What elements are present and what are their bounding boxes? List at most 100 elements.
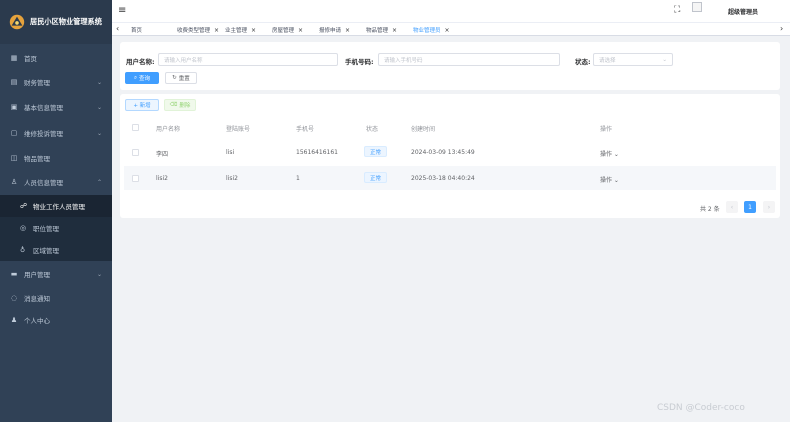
search-panel: 用户名称: 请输入用户名称 手机号码: 请输入手机号码 状态: 请选择 ⌄ ⌕ 查… [120,42,780,90]
tag-repair[interactable]: 报修申请 × [316,25,353,35]
sidebar-item-people[interactable]: ♙ 人员信息管理 ⌃ [0,171,112,193]
sidebar-item-home[interactable]: ▦ 首页 [0,47,112,69]
sidebar-item-label: 财务管理 [24,79,50,87]
goods-icon: ◫ [10,154,18,162]
close-icon[interactable]: × [298,27,303,34]
close-icon[interactable]: × [345,27,350,34]
search-icon: ⌕ [133,74,138,81]
close-icon[interactable]: × [445,27,450,34]
status-badge: 正常 [364,146,388,157]
tag-label: 物业管理员 [413,28,441,34]
sidebar-item-user-manage[interactable]: ▬ 用户管理 ⌄ [0,263,112,285]
user-name[interactable]: 超级管理员 [728,7,758,16]
chevron-down-icon: ⌄ [96,129,102,137]
hamburger-icon[interactable]: ≡ [118,5,126,16]
tag-label: 物品管理 [366,28,389,34]
sidebar-subitem-label: 职位管理 [33,225,59,233]
close-icon[interactable]: × [251,27,256,34]
header-created: 创建时间 [411,126,436,133]
tag-goods[interactable]: 物品管理 × [363,25,400,35]
chevron-right-icon[interactable]: › [780,24,783,33]
chevron-down-icon: ⌄ [662,56,667,63]
cell-phone: 15616416161 [296,149,338,156]
row-checkbox[interactable] [132,149,139,156]
row-action-dropdown[interactable]: 操作 ⌄ [600,175,619,184]
sidebar-item-label: 物品管理 [24,155,50,163]
status-label: 状态: [575,58,591,66]
row-checkbox[interactable] [132,175,139,182]
refresh-icon: ↻ [172,75,177,81]
tags-view: ‹ 首页 收费类型管理 × 业主管理 × 房屋管理 × 报修申请 × 物品管理 × 物业管… [112,22,790,36]
tag-label: 报修申请 [319,28,342,34]
sidebar-item-label: 首页 [24,55,37,63]
close-icon[interactable]: × [392,27,397,34]
chevron-up-icon: ⌃ [96,178,102,186]
sidebar-subitem-label: 物业工作人员管理 [33,203,85,211]
sidebar-item-label: 个人中心 [24,317,50,325]
phone-input[interactable]: 请输入手机号码 [378,53,560,66]
delete-button[interactable]: ⌫ 删除 [164,99,196,111]
sidebar-item-label: 消息通知 [24,295,50,303]
logo-area: 居民小区物业管理系统 [0,0,112,44]
next-page-button[interactable]: › [763,201,775,213]
tag-staff-active[interactable]: 物业管理员 × [410,25,453,35]
header-phone: 手机号 [296,126,315,133]
sidebar-item-goods[interactable]: ◫ 物品管理 [0,147,112,169]
chevron-left-icon[interactable]: ‹ [116,24,119,33]
cell-account: lisi2 [226,175,238,182]
sidebar-subitem-area[interactable]: ♁ 区域管理 [0,239,112,261]
add-button[interactable]: + 新增 [125,99,159,111]
people-icon: ♙ [10,178,18,186]
reset-button-label: 重置 [178,76,190,82]
trash-icon: ⌫ [169,102,178,108]
reset-button[interactable]: ↻ 重置 [165,72,197,84]
avatar[interactable] [692,2,702,12]
pagination-total: 共 2 条 [700,206,720,213]
phone-label: 手机号码: [345,58,374,66]
tag-fee-type[interactable]: 收费类型管理 × [174,25,222,35]
cell-username: lisi2 [156,175,168,182]
header-account: 登陆账号 [226,126,251,133]
delete-button-label: 删除 [179,103,191,109]
username-input[interactable]: 请输入用户名称 [158,53,338,66]
tag-owner[interactable]: 业主管理 × [222,25,259,35]
sidebar-subitem-staff[interactable]: ☍ 物业工作人员管理 [0,195,112,217]
tag-label: 业主管理 [225,28,248,34]
table-row: 李四 lisi 15616416161 正常 2024-03-09 13:45:… [124,140,776,164]
sidebar-subitem-position[interactable]: ◎ 职位管理 [0,217,112,239]
sidebar-item-label: 基本信息管理 [24,104,63,112]
query-button[interactable]: ⌕ 查询 [125,72,159,84]
cell-phone: 1 [296,175,300,182]
sidebar-item-label: 人员信息管理 [24,179,63,187]
tag-label: 房屋管理 [272,28,295,34]
row-action-dropdown[interactable]: 操作 ⌄ [600,149,619,158]
profile-icon: ♟ [10,316,18,324]
status-select-value: 请选择 [599,57,616,64]
cell-created: 2025-03-18 04:40:24 [411,175,475,182]
tag-home[interactable]: 首页 [128,25,145,35]
sidebar-item-profile[interactable]: ♟ 个人中心 [0,309,112,331]
watermark: CSDN @Coder-coco [657,403,745,413]
sidebar-item-repair[interactable]: ▢ 维修投诉管理 ⌄ [0,122,112,144]
query-button-label: 查询 [139,76,151,82]
sidebar-item-finance[interactable]: ▤ 财务管理 ⌄ [0,71,112,93]
prev-page-button[interactable]: ‹ [726,201,738,213]
notice-icon: ◌ [10,294,18,302]
page-number-current[interactable]: 1 [744,201,756,213]
header-username: 用户名称 [156,126,181,133]
sidebar-item-notice[interactable]: ◌ 消息通知 [0,287,112,309]
table-panel: + 新增 ⌫ 删除 用户名称 登陆账号 手机号 状态 创建时间 操作 李四 lis… [120,94,780,218]
username-label: 用户名称: [126,58,155,66]
status-select[interactable]: 请选择 ⌄ [593,53,673,66]
cell-account: lisi [226,149,235,156]
fullscreen-icon[interactable]: ⛶ [674,5,680,15]
finance-icon: ▤ [10,78,18,86]
close-icon[interactable]: × [214,27,219,34]
logo-icon [9,14,25,30]
sidebar-item-basic-info[interactable]: ▣ 基本信息管理 ⌄ [0,96,112,118]
sidebar-item-label: 维修投诉管理 [24,130,63,138]
tag-house[interactable]: 房屋管理 × [269,25,306,35]
table-row: lisi2 lisi2 1 正常 2025-03-18 04:40:24 操作 … [124,166,776,190]
info-icon: ▣ [10,103,18,111]
select-all-checkbox[interactable] [132,124,139,131]
